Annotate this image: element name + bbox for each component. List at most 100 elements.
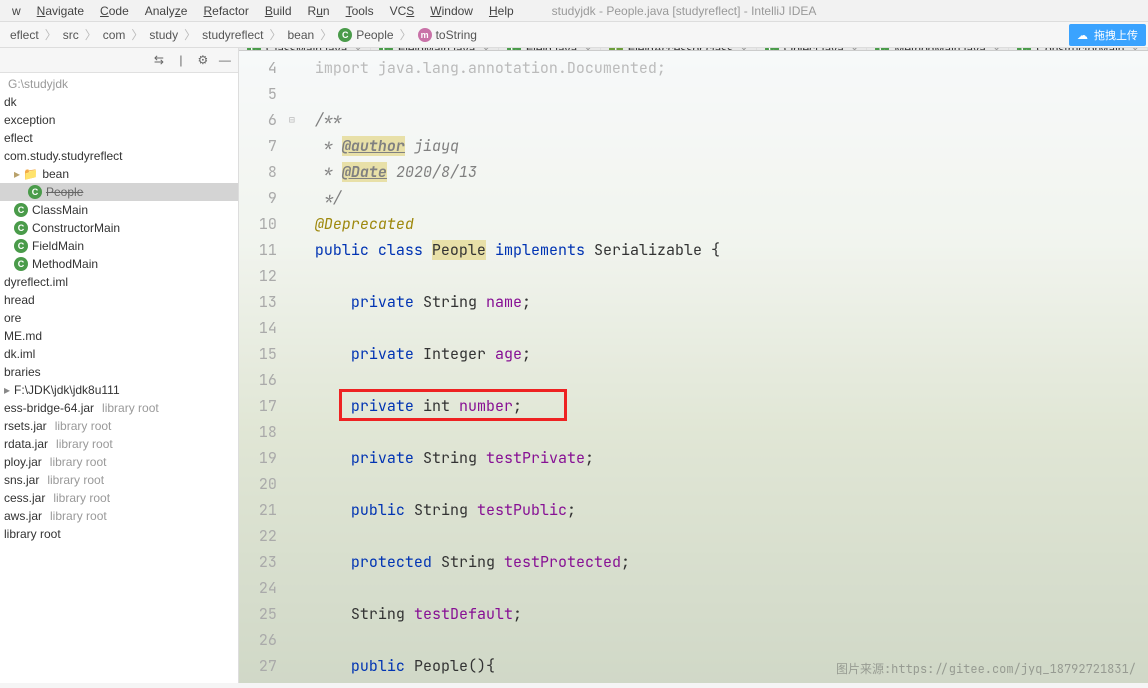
crumb-method[interactable]: mtoString bbox=[414, 28, 481, 42]
tree-label: People bbox=[46, 185, 83, 199]
code-line[interactable] bbox=[315, 263, 1148, 289]
code-line[interactable] bbox=[315, 81, 1148, 107]
crumb[interactable]: eflect bbox=[6, 28, 43, 42]
tree-item[interactable]: ploy.jarlibrary root bbox=[0, 453, 238, 471]
code-line[interactable]: * @author jiayq bbox=[315, 133, 1148, 159]
code-line[interactable]: private String name; bbox=[315, 289, 1148, 315]
menu-help[interactable]: Help bbox=[481, 2, 522, 20]
menu-vcs[interactable]: VCS bbox=[382, 2, 423, 20]
code-line[interactable] bbox=[315, 575, 1148, 601]
window-title: studyjdk - People.java [studyreflect] - … bbox=[552, 4, 817, 18]
tree-item[interactable]: braries bbox=[0, 363, 238, 381]
class-icon: C bbox=[14, 203, 28, 217]
fold-icon[interactable]: ⊟ bbox=[289, 107, 295, 133]
code-line[interactable] bbox=[315, 315, 1148, 341]
tree-label: ME.md bbox=[4, 329, 42, 343]
tree-hint: library root bbox=[102, 401, 159, 415]
tree-item[interactable]: CMethodMain bbox=[0, 255, 238, 273]
chevron-right-icon: ▸ bbox=[4, 383, 10, 397]
editor-tab[interactable]: CMethodMain.java× bbox=[867, 48, 1009, 50]
code-line[interactable]: import java.lang.annotation.Documented; bbox=[315, 55, 1148, 81]
crumb[interactable]: src bbox=[59, 28, 83, 42]
code-line[interactable]: */ bbox=[315, 185, 1148, 211]
breadcrumb: eflect〉 src〉 com〉 study〉 studyreflect〉 b… bbox=[0, 22, 1148, 48]
menu-build[interactable]: Build bbox=[257, 2, 300, 20]
tree-item[interactable]: ess-bridge-64.jar library root bbox=[0, 399, 238, 417]
tree-item[interactable]: dk bbox=[0, 93, 238, 111]
editor-tab[interactable]: CField.java× bbox=[499, 48, 601, 50]
menu-tools[interactable]: Tools bbox=[338, 2, 382, 20]
tree-item[interactable]: CFieldMain bbox=[0, 237, 238, 255]
code-line[interactable]: /** bbox=[315, 107, 1148, 133]
main-layout: ⇆ | ⚙ — G:\studyjdk dkexceptioneflectcom… bbox=[0, 48, 1148, 683]
tree-item[interactable]: aws.jar library root bbox=[0, 507, 238, 525]
tree-item[interactable]: dyreflect.iml bbox=[0, 273, 238, 291]
tree-item[interactable]: library root bbox=[0, 525, 238, 543]
project-root-hint: G:\studyjdk bbox=[0, 75, 238, 93]
tree-item[interactable]: eflect bbox=[0, 129, 238, 147]
tree-item[interactable]: com.study.studyreflect bbox=[0, 147, 238, 165]
tree-label: rsets.jar bbox=[4, 419, 47, 433]
code-line[interactable]: private Integer age; bbox=[315, 341, 1148, 367]
code-line[interactable]: public String testPublic; bbox=[315, 497, 1148, 523]
code-line[interactable] bbox=[315, 471, 1148, 497]
editor-tab[interactable]: IFieldAccessor.class× bbox=[601, 48, 757, 50]
tree-item[interactable]: CClassMain bbox=[0, 201, 238, 219]
method-icon: m bbox=[418, 28, 432, 42]
code-line[interactable] bbox=[315, 523, 1148, 549]
code-line[interactable]: private String testPrivate; bbox=[315, 445, 1148, 471]
collapse-icon[interactable]: ⇆ bbox=[152, 53, 166, 67]
code-line[interactable]: String testDefault; bbox=[315, 601, 1148, 627]
tree-item[interactable]: rsets.jarlibrary root bbox=[0, 417, 238, 435]
crumb[interactable]: study bbox=[145, 28, 182, 42]
tree-item[interactable]: ▸ F:\JDK\jdk\jdk8u111 bbox=[0, 381, 238, 399]
code-line[interactable]: public class People implements Serializa… bbox=[315, 237, 1148, 263]
editor-tab[interactable]: CFieldMain.java× bbox=[371, 48, 499, 50]
tree-label: aws.jar bbox=[4, 509, 42, 523]
tree-item[interactable]: CConstructorMain bbox=[0, 219, 238, 237]
tree-item[interactable]: CPeople bbox=[0, 183, 238, 201]
tree-hint: library root bbox=[50, 509, 107, 523]
tree-item[interactable]: sns.jarlibrary root bbox=[0, 471, 238, 489]
code-line[interactable]: * @Date 2020/8/13 bbox=[315, 159, 1148, 185]
tree-item[interactable]: hread bbox=[0, 291, 238, 309]
tree-hint: library root bbox=[53, 491, 110, 505]
tree-item[interactable]: ore bbox=[0, 309, 238, 327]
crumb-class[interactable]: CPeople bbox=[334, 28, 397, 42]
crumb[interactable]: bean bbox=[283, 28, 318, 42]
tree-label: dk.iml bbox=[4, 347, 35, 361]
code-line[interactable] bbox=[315, 419, 1148, 445]
tree-item[interactable]: ME.md bbox=[0, 327, 238, 345]
menu-run[interactable]: Run bbox=[300, 2, 338, 20]
crumb[interactable]: com bbox=[99, 28, 130, 42]
tree-label: dk bbox=[4, 95, 17, 109]
menu-code[interactable]: Code bbox=[92, 2, 137, 20]
code-editor[interactable]: 4567891011121314151617181920212223242526… bbox=[239, 51, 1148, 683]
code-line[interactable]: @Deprecated bbox=[315, 211, 1148, 237]
editor-tab[interactable]: CClassMain.java× bbox=[239, 48, 371, 50]
tree-item[interactable]: cess.jarlibrary root bbox=[0, 489, 238, 507]
editor-tab[interactable]: CConstructorMain× bbox=[1009, 48, 1148, 50]
menu-window[interactable]: Window bbox=[422, 2, 481, 20]
menu-item[interactable]: w bbox=[4, 2, 29, 20]
editor-tab[interactable]: CObject.java× bbox=[757, 48, 868, 50]
class-icon: C bbox=[338, 28, 352, 42]
menu-bar: w Navigate Code Analyze Refactor Build R… bbox=[0, 0, 1148, 22]
gear-icon[interactable]: ⚙ bbox=[196, 53, 210, 67]
menu-navigate[interactable]: Navigate bbox=[29, 2, 92, 20]
tree-item[interactable]: rdata.jarlibrary root bbox=[0, 435, 238, 453]
tree-label: eflect bbox=[4, 131, 33, 145]
tree-item[interactable]: exception bbox=[0, 111, 238, 129]
upload-button[interactable]: ☁ 拖拽上传 bbox=[1069, 24, 1146, 46]
code-content[interactable]: import java.lang.annotation.Documented; /… bbox=[305, 51, 1148, 683]
hide-icon[interactable]: — bbox=[218, 53, 232, 67]
code-line[interactable] bbox=[315, 627, 1148, 653]
menu-analyze[interactable]: Analyze bbox=[137, 2, 196, 20]
crumb[interactable]: studyreflect bbox=[198, 28, 267, 42]
project-tree[interactable]: G:\studyjdk dk exception eflect com.study.s… bbox=[0, 73, 238, 683]
code-line[interactable]: protected String testProtected; bbox=[315, 549, 1148, 575]
menu-refactor[interactable]: Refactor bbox=[195, 2, 256, 20]
tree-item[interactable]: dk.iml bbox=[0, 345, 238, 363]
tree-item[interactable]: ▸ 📁bean bbox=[0, 165, 238, 183]
tree-label: ess-bridge-64.jar bbox=[4, 401, 94, 415]
